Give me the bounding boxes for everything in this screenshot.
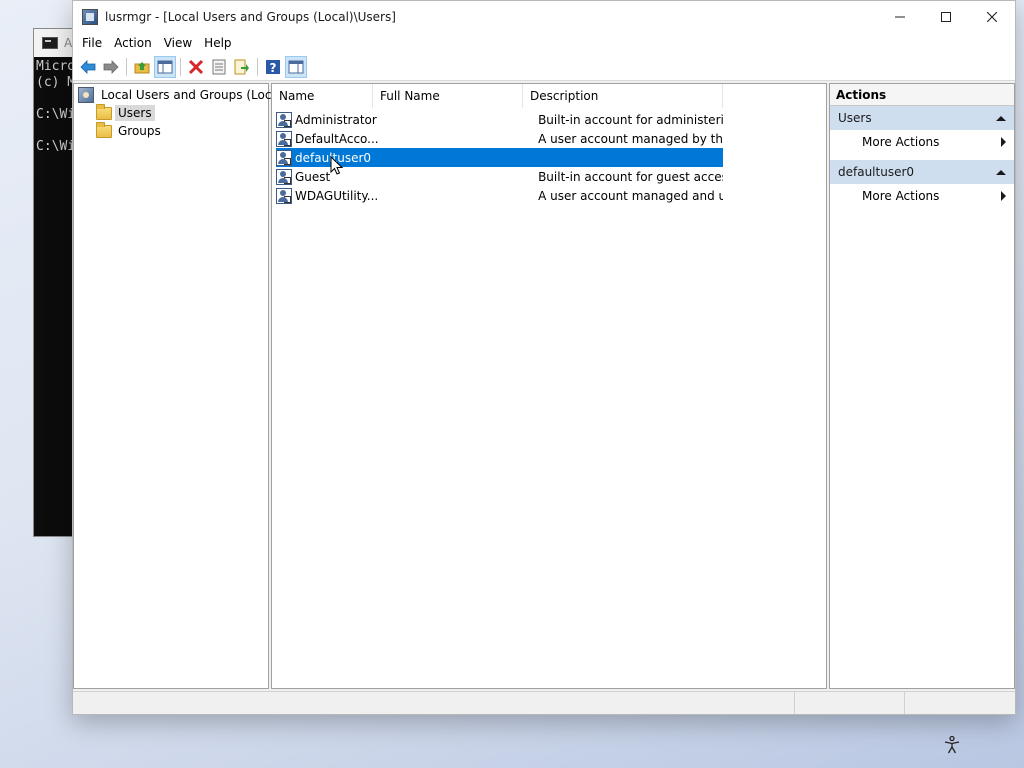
menu-help[interactable]: Help xyxy=(198,32,237,54)
help-button[interactable]: ? xyxy=(262,56,284,78)
console-icon xyxy=(42,37,58,49)
user-name: DefaultAcco... xyxy=(295,131,379,146)
toolbar-separator xyxy=(126,58,127,76)
title-bar[interactable]: lusrmgr - [Local Users and Groups (Local… xyxy=(73,1,1015,32)
mouse-cursor-icon xyxy=(330,156,344,175)
collapse-triangle-icon xyxy=(996,115,1006,121)
window-title: lusrmgr - [Local Users and Groups (Local… xyxy=(105,9,396,24)
forward-button[interactable] xyxy=(100,56,122,78)
user-icon xyxy=(276,187,292,204)
user-name: WDAGUtility... xyxy=(295,188,379,203)
show-hide-tree-icon xyxy=(157,60,173,74)
show-hide-tree-button[interactable] xyxy=(154,56,176,78)
column-header-name[interactable]: Name xyxy=(272,84,373,108)
back-button[interactable] xyxy=(77,56,99,78)
list-header: Name Full Name Description xyxy=(272,84,826,108)
user-icon xyxy=(276,130,292,147)
toolbar-separator xyxy=(257,58,258,76)
properties-button[interactable] xyxy=(208,56,230,78)
mmc-app-icon xyxy=(82,8,98,25)
menu-action[interactable]: Action xyxy=(108,32,158,54)
user-description: Built-in account for administering... xyxy=(538,112,723,127)
forward-arrow-icon xyxy=(103,60,119,74)
status-bar xyxy=(73,691,1015,714)
export-list-icon xyxy=(234,59,249,75)
show-hide-action-pane-button[interactable] xyxy=(285,56,307,78)
collapse-triangle-icon xyxy=(996,169,1006,175)
user-row-wdagutilityaccount[interactable]: WDAGUtility... A user account managed an… xyxy=(276,186,723,205)
maximize-button[interactable] xyxy=(923,1,969,32)
action-item-label: More Actions xyxy=(862,189,940,203)
toolbar: ? xyxy=(73,54,1015,81)
status-cell xyxy=(795,692,905,714)
user-icon xyxy=(276,168,292,185)
tree-item-groups[interactable]: Groups xyxy=(96,121,164,140)
actions-header: Actions xyxy=(830,84,1014,106)
show-hide-action-pane-icon xyxy=(288,60,304,74)
content-panes: Local Users and Groups (Local) Users Gro… xyxy=(73,83,1015,689)
submenu-arrow-icon xyxy=(1001,191,1006,201)
svg-text:?: ? xyxy=(270,61,277,75)
status-cell xyxy=(73,692,795,714)
minimize-icon xyxy=(895,16,905,17)
actions-section-users[interactable]: Users xyxy=(830,106,1014,130)
menu-view[interactable]: View xyxy=(158,32,198,54)
users-list-pane: Name Full Name Description Administrator… xyxy=(271,83,827,689)
actions-section-title: defaultuser0 xyxy=(838,165,915,179)
menu-bar: File Action View Help xyxy=(73,32,1015,54)
delete-icon xyxy=(188,59,204,75)
actions-section-title: Users xyxy=(838,111,872,125)
up-folder-icon xyxy=(134,62,150,74)
user-row-defaultaccount[interactable]: DefaultAcco... A user account managed by… xyxy=(276,129,723,148)
status-cell xyxy=(905,692,1013,714)
tree-root-label: Local Users and Groups (Local) xyxy=(101,88,287,102)
column-header-description[interactable]: Description xyxy=(523,84,723,108)
help-icon: ? xyxy=(266,60,280,75)
tree-item-users[interactable]: Users xyxy=(96,103,155,122)
close-icon xyxy=(987,11,997,22)
up-one-level-button[interactable] xyxy=(131,56,153,78)
submenu-arrow-icon xyxy=(1001,137,1006,147)
console-title: A xyxy=(64,36,73,50)
console-tree-pane: Local Users and Groups (Local) Users Gro… xyxy=(73,83,287,689)
folder-icon xyxy=(96,121,112,138)
tree-root-local-users-and-groups[interactable]: Local Users and Groups (Local) xyxy=(78,86,290,104)
delete-button[interactable] xyxy=(185,56,207,78)
properties-icon xyxy=(212,59,226,75)
maximize-icon xyxy=(941,11,951,22)
folder-icon xyxy=(96,103,112,120)
column-header-full-name[interactable]: Full Name xyxy=(373,84,523,108)
tree-item-label: Users xyxy=(115,105,155,121)
users-more-actions[interactable]: More Actions xyxy=(830,130,1014,154)
back-arrow-icon xyxy=(80,60,96,74)
defaultuser0-more-actions[interactable]: More Actions xyxy=(830,184,1014,208)
user-name: Administrator xyxy=(295,112,377,127)
user-icon xyxy=(276,111,292,128)
actions-pane: Actions Users More Actions defaultuser0 … xyxy=(829,83,1015,689)
accessibility-icon[interactable] xyxy=(942,735,962,755)
minimize-button[interactable] xyxy=(877,1,923,32)
actions-section-defaultuser0[interactable]: defaultuser0 xyxy=(830,160,1014,184)
tree-item-label: Groups xyxy=(118,124,161,138)
user-icon xyxy=(276,149,292,166)
lusrmgr-window: lusrmgr - [Local Users and Groups (Local… xyxy=(72,0,1016,715)
window-controls xyxy=(877,1,1015,32)
user-description: A user account managed by the s... xyxy=(538,131,723,146)
user-description: A user account managed and use... xyxy=(538,188,723,203)
users-and-groups-icon xyxy=(78,87,94,103)
close-button[interactable] xyxy=(969,1,1015,32)
action-item-label: More Actions xyxy=(862,135,940,149)
toolbar-separator xyxy=(180,58,181,76)
user-row-administrator[interactable]: Administrator Built-in account for admin… xyxy=(276,110,723,129)
menu-file[interactable]: File xyxy=(76,32,108,54)
export-list-button[interactable] xyxy=(231,56,253,78)
user-description: Built-in account for guest access t... xyxy=(538,169,723,184)
